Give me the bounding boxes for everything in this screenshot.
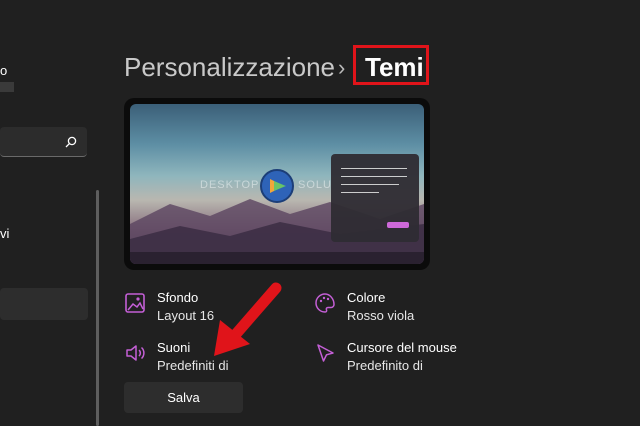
watermark-text-left: DESKTOP: [200, 179, 260, 191]
preview-line: [341, 192, 379, 193]
preview-line: [341, 176, 407, 177]
palette-icon: [314, 292, 336, 314]
preview-line: [341, 184, 399, 185]
save-button[interactable]: Salva: [124, 382, 243, 413]
preview-accent-button: [387, 222, 409, 228]
user-email-redacted: [0, 82, 14, 92]
option-title: Colore: [347, 290, 386, 305]
annotation-arrow-icon: [214, 282, 282, 356]
logo-icon: [260, 169, 294, 203]
breadcrumb-parent[interactable]: Personalizzazione: [124, 52, 335, 83]
breadcrumb-separator: ›: [338, 55, 346, 80]
option-value: Rosso viola: [347, 308, 415, 323]
sidebar-item-selected[interactable]: [0, 288, 88, 320]
preview-taskbar: [130, 252, 424, 264]
option-value: Predefinito di: [347, 358, 423, 373]
sidebar-item-label[interactable]: vi: [0, 226, 9, 241]
search-input[interactable]: [0, 127, 87, 157]
option-value: Layout 16: [157, 308, 215, 323]
cursor-icon: [314, 342, 336, 364]
option-title: Suoni: [157, 340, 191, 355]
highlight-box: [353, 45, 429, 85]
user-name: o: [0, 63, 8, 78]
speaker-icon: [124, 342, 146, 364]
preview-wallpaper: DESKTOP SOLU: [130, 104, 424, 264]
search-icon: [65, 135, 77, 153]
theme-preview: DESKTOP SOLU: [124, 98, 430, 270]
image-icon: [124, 292, 146, 314]
option-title: Sfondo: [157, 290, 199, 305]
option-title: Cursore del mouse: [347, 340, 457, 355]
preview-line: [341, 168, 407, 169]
preview-window: [331, 154, 419, 242]
watermark-text-right: SOLU: [298, 179, 332, 191]
sidebar-scrollbar[interactable]: [96, 190, 99, 426]
